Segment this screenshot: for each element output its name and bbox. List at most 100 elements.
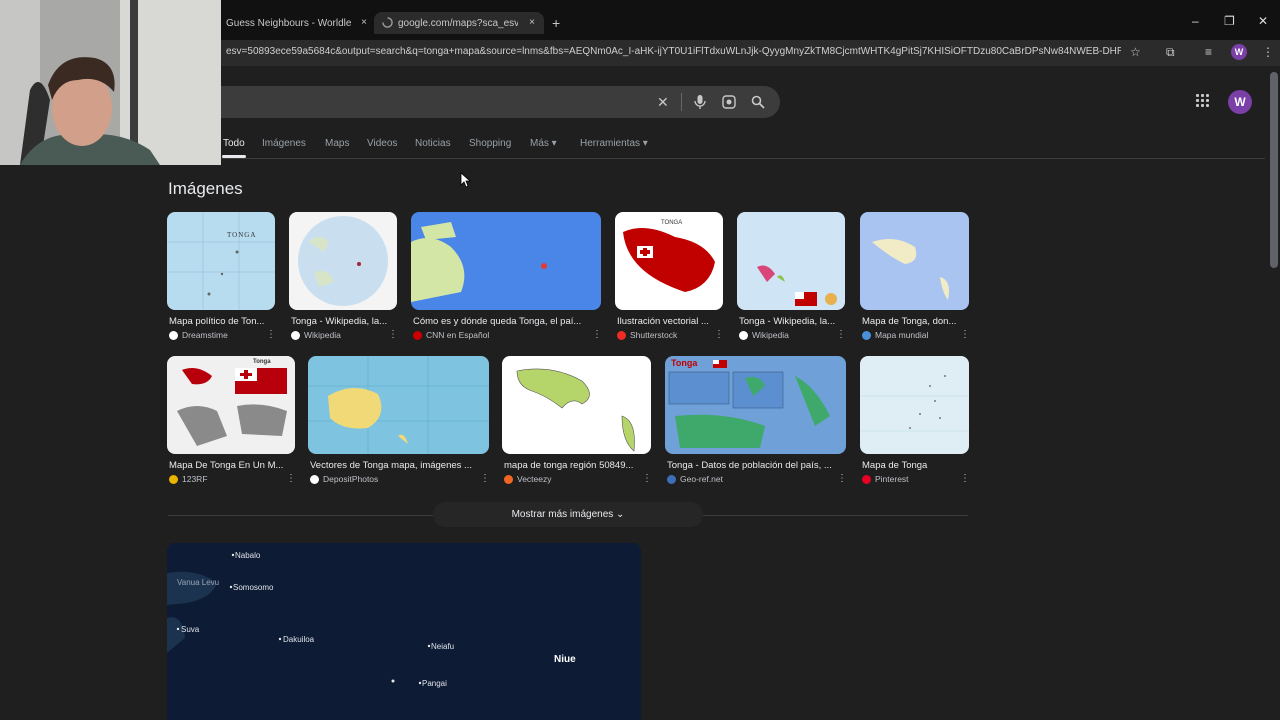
tab-google-maps[interactable]: google.com/maps?sca_esv=50 × — [374, 12, 544, 34]
image-caption[interactable]: Mapa De Tonga En Un M... — [169, 460, 293, 471]
show-more-images-button[interactable]: Mostrar más imágenes ⌄ — [433, 502, 703, 527]
more-options-icon[interactable]: ⋮ — [714, 330, 724, 340]
tab-imagenes[interactable]: Imágenes — [262, 138, 306, 149]
lens-icon[interactable] — [722, 95, 736, 109]
image-thumbnail[interactable] — [308, 356, 489, 454]
url-field[interactable]: esv=50893ece59a5684c&output=search&q=ton… — [226, 46, 1121, 60]
tab-worldle[interactable]: Guess Neighbours - Worldle × — [222, 12, 370, 34]
image-thumbnail[interactable]: TONGA — [167, 212, 275, 310]
image-thumbnail[interactable] — [502, 356, 651, 454]
microphone-icon[interactable] — [693, 94, 707, 110]
source-favicon — [291, 330, 300, 340]
source-name: Geo-ref.net — [680, 474, 723, 484]
map-place-label: Neiafu — [431, 642, 455, 651]
search-divider — [681, 93, 682, 111]
extensions-icon[interactable]: ⧉ — [1166, 45, 1175, 59]
image-caption[interactable]: Ilustración vectorial ... — [617, 316, 721, 327]
source-name: Dreamstime — [182, 330, 228, 340]
maximize-icon[interactable]: ❐ — [1224, 15, 1235, 27]
image-caption[interactable]: Tonga - Wikipedia, la... — [291, 316, 395, 327]
more-options-icon[interactable]: ⋮ — [388, 330, 398, 340]
tonga-population-map-image — [668, 360, 830, 448]
source-name: Shutterstock — [630, 330, 678, 340]
more-options-icon[interactable]: ⋮ — [266, 330, 276, 340]
source-name: DepositPhotos — [323, 474, 379, 484]
source-favicon — [862, 474, 871, 484]
image-source: Mapa mundial — [862, 330, 928, 340]
more-options-icon[interactable]: ⋮ — [642, 474, 652, 484]
search-box[interactable]: a ✕ — [195, 86, 780, 118]
image-caption[interactable]: Tonga - Datos de población del país, ... — [667, 460, 843, 471]
image-source: DepositPhotos — [310, 474, 378, 484]
account-avatar[interactable]: W — [1228, 90, 1252, 114]
image-caption[interactable]: Cómo es y dónde queda Tonga, el paí... — [413, 316, 597, 327]
minimize-icon[interactable]: – — [1192, 15, 1199, 27]
image-source: Shutterstock — [617, 330, 677, 340]
image-result[interactable]: Mapa de Tonga Pinterest — [860, 356, 969, 488]
image-caption[interactable]: Mapa de Tonga, don... — [862, 316, 966, 327]
image-caption[interactable]: Tonga - Wikipedia, la... — [739, 316, 843, 327]
image-thumbnail[interactable] — [737, 212, 845, 310]
tab-todo[interactable]: Todo — [223, 138, 245, 149]
tonga-region-image — [757, 265, 837, 306]
image-source: 123RF — [169, 474, 208, 484]
image-result[interactable]: Tonga - Wikipedia, la... Wikipedia — [737, 212, 845, 344]
apps-grid-icon[interactable] — [1196, 94, 1212, 110]
image-caption[interactable]: Vectores de Tonga mapa, imágenes ... — [310, 460, 486, 471]
thumb-label: Tonga — [253, 359, 271, 365]
page-scrollbar[interactable] — [1270, 72, 1278, 268]
map-country-label: Niue — [554, 654, 576, 665]
image-thumbnail[interactable] — [860, 212, 969, 310]
image-thumbnail[interactable] — [289, 212, 397, 310]
map-result[interactable]: Nabalo Vanua Levu Somosomo Suva Dakuiloa… — [167, 543, 641, 720]
map-place-label: Nabalo — [235, 551, 261, 560]
tab-shopping[interactable]: Shopping — [469, 138, 511, 149]
more-options-icon[interactable]: ⋮ — [836, 330, 846, 340]
image-result[interactable]: Mapa de Tonga, don... Mapa mundial — [860, 212, 969, 344]
image-caption[interactable]: Mapa de Tonga — [862, 460, 966, 471]
clear-icon[interactable]: ✕ — [657, 94, 669, 110]
image-caption[interactable]: Mapa político de Ton... — [169, 316, 273, 327]
more-options-icon[interactable]: ⋮ — [286, 474, 296, 484]
search-icon[interactable] — [751, 95, 765, 109]
image-result[interactable]: Tonga Mapa De Tonga En Un M... 123RF — [167, 356, 295, 488]
tab-mas[interactable]: Más ▾ — [530, 138, 557, 149]
more-options-icon[interactable]: ⋮ — [960, 474, 970, 484]
close-tab-icon[interactable]: × — [358, 17, 370, 29]
star-icon[interactable]: ☆ — [1130, 45, 1141, 59]
new-tab-button[interactable]: + — [552, 16, 560, 30]
close-tab-icon[interactable]: × — [526, 17, 538, 29]
tab-noticias[interactable]: Noticias — [415, 138, 451, 149]
tonga-island-image — [872, 238, 949, 300]
map-place-label: Suva — [181, 625, 200, 634]
pacific-map-image — [411, 222, 547, 302]
map-place-label: Vanua Levu — [177, 578, 220, 587]
close-window-icon[interactable]: ✕ — [1258, 15, 1268, 27]
image-thumbnail[interactable]: Tonga — [167, 356, 295, 454]
more-options-icon[interactable]: ⋮ — [592, 330, 602, 340]
source-name: CNN en Español — [426, 330, 490, 340]
image-result[interactable]: TONGA Ilustración vectorial ... Shutters… — [615, 212, 723, 344]
profile-avatar[interactable]: W — [1231, 44, 1247, 60]
image-thumbnail[interactable] — [411, 212, 601, 310]
image-result[interactable]: Tonga - Wikipedia, la... Wikipedia — [289, 212, 397, 344]
more-menu-icon[interactable]: ⋮ — [1262, 45, 1274, 59]
image-result[interactable]: Vectores de Tonga mapa, imágenes ... Dep… — [308, 356, 489, 488]
image-thumbnail[interactable]: TONGA — [615, 212, 723, 310]
tab-title: Guess Neighbours - Worldle — [226, 17, 352, 29]
tab-herramientas[interactable]: Herramientas ▾ — [580, 138, 648, 149]
image-thumbnail[interactable] — [860, 356, 969, 454]
more-options-icon[interactable]: ⋮ — [480, 474, 490, 484]
tab-videos[interactable]: Videos — [367, 138, 397, 149]
image-result[interactable]: Cómo es y dónde queda Tonga, el paí... C… — [411, 212, 601, 344]
image-result[interactable]: mapa de tonga región 50849... Vecteezy — [502, 356, 651, 488]
media-icon[interactable]: ≡ — [1205, 45, 1212, 59]
tab-maps[interactable]: Maps — [325, 138, 349, 149]
more-options-icon[interactable]: ⋮ — [960, 330, 970, 340]
more-options-icon[interactable]: ⋮ — [837, 474, 847, 484]
image-result[interactable]: Tonga Tonga - Datos de población del paí… — [665, 356, 846, 488]
image-thumbnail[interactable]: Tonga — [665, 356, 846, 454]
image-result[interactable]: TONGA Mapa político de Ton... Dreamstime — [167, 212, 275, 344]
thumb-label: TONGA — [661, 220, 683, 226]
image-caption[interactable]: mapa de tonga región 50849... — [504, 460, 650, 471]
